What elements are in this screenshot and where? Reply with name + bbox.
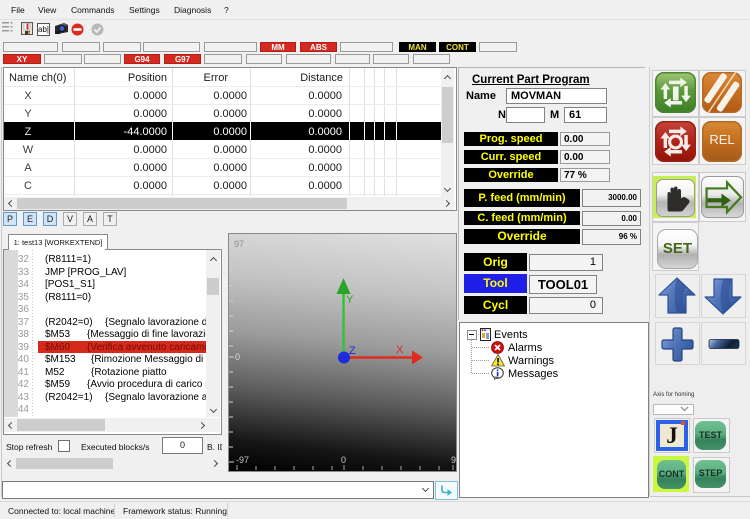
svg-text:97: 97 bbox=[234, 239, 244, 249]
svg-text:X: X bbox=[396, 344, 404, 356]
svg-text:0: 0 bbox=[341, 455, 346, 465]
svg-text:-97: -97 bbox=[236, 455, 249, 465]
svg-text:Z: Z bbox=[349, 345, 356, 357]
svg-text:Y: Y bbox=[346, 294, 354, 306]
svg-text:0: 0 bbox=[235, 352, 240, 362]
svg-text:9: 9 bbox=[451, 455, 456, 465]
